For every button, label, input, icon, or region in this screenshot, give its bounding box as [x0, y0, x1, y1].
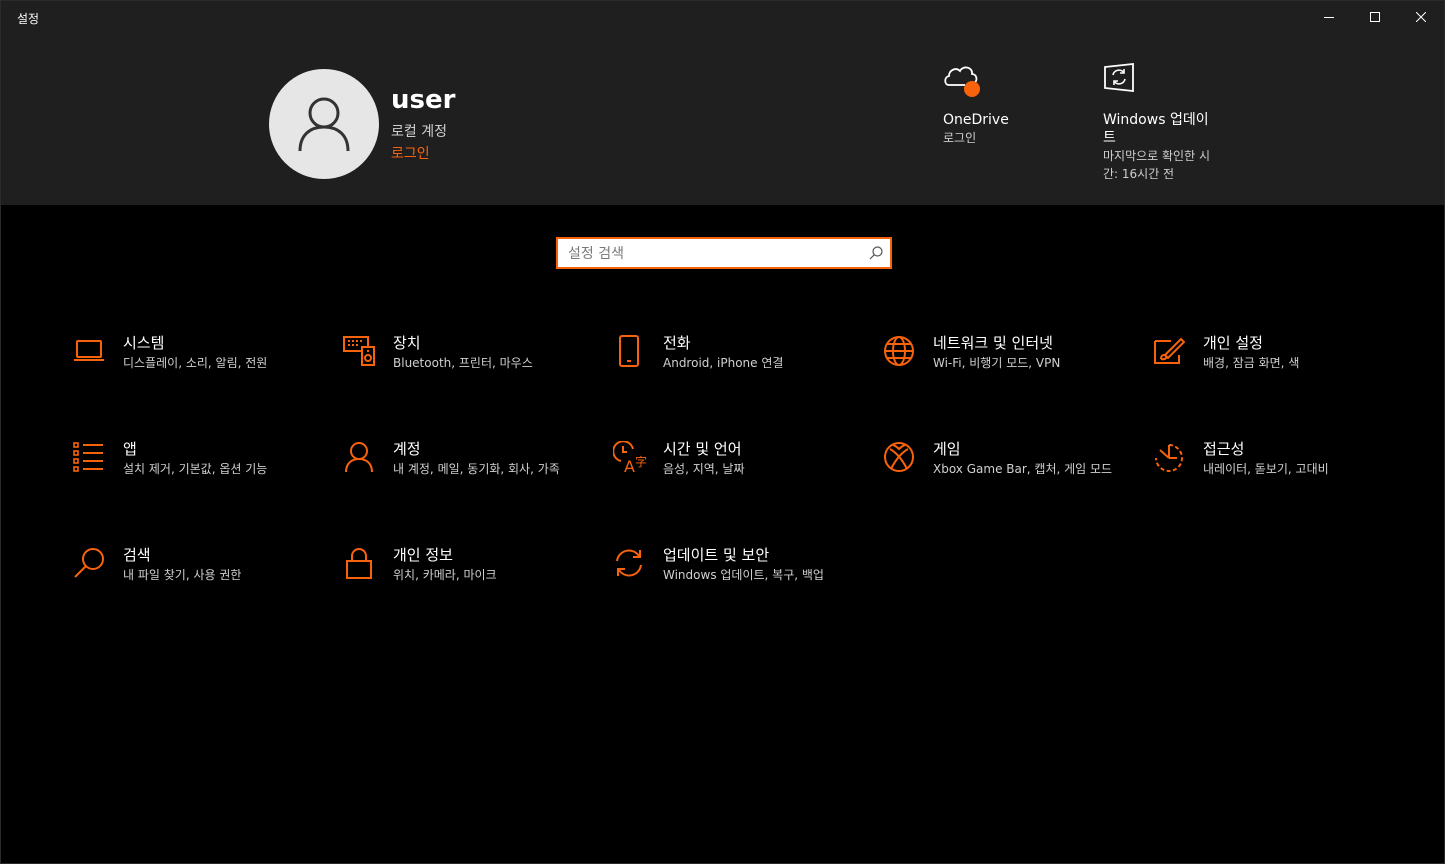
category-title: 접근성	[1203, 440, 1245, 458]
person-avatar-icon	[298, 97, 350, 152]
windows-update-subtitle: 마지막으로 확인한 시간: 16시간 전	[1103, 149, 1210, 181]
account-type: 로컬 계정	[391, 124, 447, 140]
category-subtitle: 내레이터, 돋보기, 고대비	[1203, 462, 1329, 476]
category-privacy[interactable]: 개인 정보위치, 카메라, 마이크	[343, 545, 593, 625]
category-subtitle: 디스플레이, 소리, 알림, 전원	[123, 356, 268, 370]
header: 설정 user 로컬 계정 로그인 OneDrive 로그인 Windows 업…	[1, 1, 1444, 205]
globe-icon	[884, 336, 914, 366]
category-title: 계정	[393, 440, 421, 458]
paint-brush-icon	[1154, 337, 1185, 364]
avatar[interactable]	[269, 69, 379, 179]
category-title: 게임	[933, 440, 961, 458]
category-title: 장치	[393, 334, 421, 352]
windows-update-tile[interactable]: Windows 업데이트 마지막으로 확인한 시간: 16시간 전	[1103, 63, 1221, 183]
category-subtitle: 설치 제거, 기본값, 옵션 기능	[123, 462, 268, 476]
category-update-security[interactable]: 업데이트 및 보안 Windows 업데이트, 복구, 백업	[613, 545, 863, 625]
category-search[interactable]: 검색내 파일 찾기, 사용 권한	[73, 545, 323, 625]
keyboard-speaker-icon	[343, 336, 375, 366]
update-arrows-icon	[616, 549, 642, 577]
category-devices[interactable]: 장치 Bluetooth, 프린터, 마우스	[343, 333, 593, 413]
category-subtitle: 배경, 잠금 화면, 색	[1203, 356, 1300, 370]
category-subtitle: Bluetooth, 프린터, 마우스	[393, 356, 533, 370]
category-network[interactable]: 네트워크 및 인터넷 Wi-Fi, 비행기 모드, VPN	[883, 333, 1133, 413]
apps-list-icon	[73, 442, 103, 472]
category-personalization[interactable]: 개인 설정배경, 잠금 화면, 색	[1153, 333, 1403, 413]
category-title: 업데이트 및 보안	[663, 546, 770, 564]
maximize-button[interactable]	[1352, 1, 1398, 33]
close-icon	[1416, 12, 1426, 22]
category-accessibility[interactable]: 접근성내레이터, 돋보기, 고대비	[1153, 439, 1403, 519]
windows-update-icon	[1104, 63, 1134, 93]
category-time-language[interactable]: A字 시간 및 언어음성, 지역, 날짜	[613, 439, 863, 519]
category-accounts[interactable]: 계정내 계정, 메일, 동기화, 회사, 가족	[343, 439, 593, 519]
signin-link[interactable]: 로그인	[391, 143, 430, 163]
category-title: 전화	[663, 334, 691, 352]
category-title: 개인 설정	[1203, 334, 1263, 352]
accessibility-timer-icon	[1155, 444, 1183, 472]
category-title: 시간 및 언어	[663, 440, 742, 458]
category-subtitle: Windows 업데이트, 복구, 백업	[663, 568, 824, 582]
settings-window: 설정 user 로컬 계정 로그인 OneDrive 로그인 Windows 업…	[0, 0, 1445, 864]
search-icon	[74, 548, 104, 578]
category-subtitle: 내 계정, 메일, 동기화, 회사, 가족	[393, 462, 560, 476]
category-gaming[interactable]: 게임 Xbox Game Bar, 캡처, 게임 모드	[883, 439, 1133, 519]
category-subtitle: Wi-Fi, 비행기 모드, VPN	[933, 356, 1061, 370]
category-subtitle: Android, iPhone 연결	[663, 356, 784, 370]
category-system[interactable]: 시스템디스플레이, 소리, 알림, 전원	[73, 333, 323, 413]
maximize-icon	[1370, 12, 1380, 22]
window-title: 설정	[17, 12, 40, 26]
laptop-icon	[74, 340, 104, 361]
category-subtitle: 위치, 카메라, 마이크	[393, 568, 497, 582]
onedrive-cloud-icon	[944, 66, 980, 97]
username: user	[391, 85, 456, 115]
svg-text:字: 字	[635, 454, 647, 469]
category-title: 네트워크 및 인터넷	[933, 334, 1053, 352]
category-title: 앱	[123, 440, 137, 458]
category-subtitle: Xbox Game Bar, 캡처, 게임 모드	[933, 462, 1113, 476]
onedrive-title: OneDrive	[943, 112, 1009, 128]
search-box[interactable]	[556, 237, 892, 269]
search-magnifier-icon[interactable]	[869, 246, 883, 260]
onedrive-tile[interactable]: OneDrive 로그인	[943, 63, 1063, 147]
category-apps[interactable]: 앱설치 제거, 기본값, 옵션 기능	[73, 439, 323, 519]
windows-update-title: Windows 업데이트	[1103, 112, 1209, 146]
category-title: 시스템	[123, 334, 165, 352]
title-bar[interactable]: 설정	[1, 1, 1444, 33]
close-button[interactable]	[1398, 1, 1444, 33]
category-phone[interactable]: 전화 Android, iPhone 연결	[613, 333, 863, 413]
category-title: 개인 정보	[393, 546, 453, 564]
search-input[interactable]	[568, 243, 858, 265]
phone-icon	[619, 335, 639, 367]
onedrive-subtitle: 로그인	[943, 131, 977, 145]
person-icon	[345, 442, 373, 473]
time-language-icon: A字	[613, 441, 647, 473]
xbox-icon	[884, 442, 914, 472]
category-subtitle: 내 파일 찾기, 사용 권한	[123, 568, 242, 582]
category-title: 검색	[123, 546, 151, 564]
minimize-button[interactable]	[1306, 1, 1352, 33]
category-subtitle: 음성, 지역, 날짜	[663, 462, 745, 476]
svg-text:A: A	[624, 457, 635, 473]
lock-icon	[346, 548, 372, 579]
minimize-icon	[1324, 17, 1334, 18]
